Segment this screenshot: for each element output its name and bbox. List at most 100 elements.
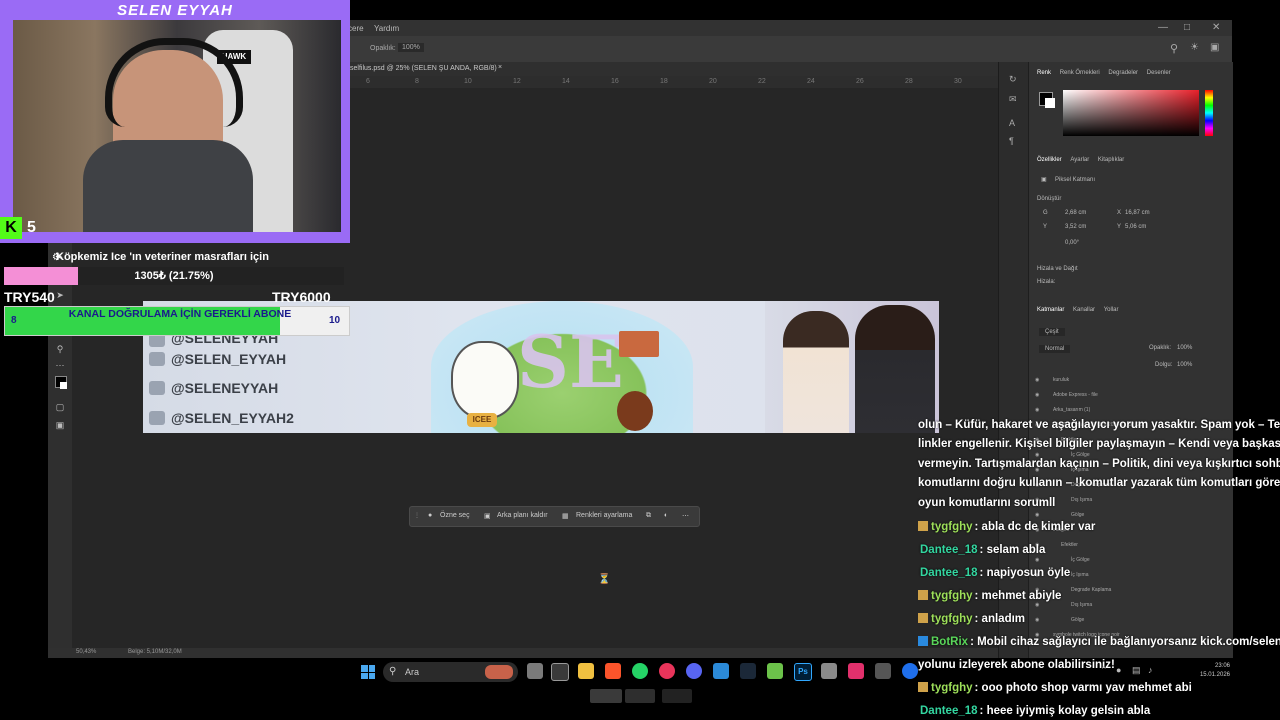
layer-row[interactable]: ◉ Adobe Express - file [1035, 391, 1225, 401]
chat-message: tygfghy: ooo photo shop varmı yav mehmet… [918, 682, 1192, 694]
chat-username[interactable]: Dantee_18 [920, 705, 978, 717]
chat-username[interactable]: tygfghy [931, 682, 973, 694]
task-view-icon[interactable] [527, 663, 543, 679]
x-field[interactable]: 16,87 cm [1125, 210, 1150, 216]
chat-username[interactable]: Dantee_18 [920, 567, 978, 579]
brave-browser-icon[interactable] [605, 663, 621, 679]
bg-color-chip[interactable] [1045, 98, 1055, 108]
layer-opacity-field[interactable]: 100% [1177, 345, 1192, 351]
settings-app-icon[interactable] [875, 663, 891, 679]
width-field[interactable]: 2,68 cm [1065, 210, 1086, 216]
menu-item-help[interactable]: Yardım [374, 24, 399, 33]
paragraph-icon[interactable]: ¶ [1009, 136, 1014, 146]
tray-chevron-icon[interactable]: ⌃ [1100, 665, 1108, 676]
thumbnail-preview-3[interactable] [662, 689, 692, 703]
minimize-icon[interactable]: — [1158, 22, 1168, 33]
color-picker-field[interactable] [1063, 90, 1199, 136]
chat-username[interactable]: tygfghy [931, 521, 973, 533]
visibility-eye-icon[interactable]: ◉ [1035, 407, 1039, 413]
document-tab[interactable]: selfilus.psd @ 25% (SELEN ŞU ANDA, RGB/8… [350, 65, 497, 72]
tab-paths[interactable]: Yollar [1104, 307, 1119, 313]
twitch-icon [149, 352, 165, 366]
more-tools-icon[interactable]: ⋯ [55, 360, 65, 370]
tab-color[interactable]: Renk [1037, 70, 1051, 76]
path-select-icon[interactable]: ➤ [55, 290, 65, 300]
tab-gradients[interactable]: Degradeler [1108, 70, 1138, 76]
media-app-icon[interactable] [659, 663, 675, 679]
tab-properties[interactable]: Özellikler [1037, 157, 1062, 163]
comments-icon[interactable]: ✉ [1009, 94, 1017, 105]
menu-item-window[interactable]: cere [348, 24, 364, 33]
whatsapp-icon[interactable] [632, 663, 648, 679]
chat-text: : anladım [974, 613, 1026, 625]
hue-slider[interactable] [1205, 90, 1213, 136]
taskbar-clock[interactable]: 23:06 15.01.2026 [1180, 662, 1230, 682]
microphone-icon[interactable]: ● [1116, 665, 1121, 675]
chat-username[interactable]: tygfghy [931, 613, 973, 625]
discord-icon[interactable] [686, 663, 702, 679]
ruler-tick-label: 28 [905, 78, 913, 85]
drag-handle-icon[interactable]: ⋮ [414, 512, 420, 519]
steam-icon[interactable] [740, 663, 756, 679]
tab-close-icon[interactable]: × [498, 64, 502, 71]
chat-text: : Mobil cihaz sağlayıcı ile bağlanıyorsa… [970, 636, 1280, 648]
zoom-tool-icon[interactable]: ⚲ [55, 344, 65, 354]
tab-patterns[interactable]: Desenler [1147, 70, 1171, 76]
visibility-eye-icon[interactable]: ◉ [1035, 392, 1039, 398]
thumbnail-preview-2[interactable] [625, 689, 655, 703]
layer-row[interactable]: ◉ kuruluk [1035, 376, 1225, 386]
chat-rules-line: olun – Küfür, hakaret ve aşağılayıcı yor… [918, 419, 1280, 431]
close-icon[interactable]: ✕ [1212, 22, 1220, 33]
chatgpt-icon[interactable] [551, 663, 569, 681]
opacity-field[interactable]: 100% [398, 43, 424, 52]
snipping-tool-icon[interactable] [821, 663, 837, 679]
zoom-readout[interactable]: 50,43% [76, 649, 96, 655]
workspace-icon[interactable]: ▣ [1210, 42, 1219, 53]
half-circle-icon[interactable]: ◐ [664, 512, 668, 519]
screen-mode-icon[interactable]: ▣ [55, 420, 65, 430]
more-options-icon[interactable]: ⋯ [682, 512, 689, 520]
quick-mask-icon[interactable]: ▢ [55, 402, 65, 412]
thumbnail-preview[interactable] [590, 689, 622, 703]
notes-app-icon[interactable] [767, 663, 783, 679]
y-field[interactable]: 5,06 cm [1125, 224, 1146, 230]
browser-app-icon[interactable] [902, 663, 918, 679]
photoshop-icon[interactable]: Ps [794, 663, 812, 681]
select-subject-button[interactable]: Özne seç [440, 512, 470, 519]
chat-message: BotRix: Mobil cihaz sağlayıcı ile bağlan… [918, 636, 1280, 648]
system-tray: ⌃ ● ▤ ♪ [1100, 665, 1170, 679]
calculator-icon[interactable] [713, 663, 729, 679]
character-icon[interactable]: A [1009, 118, 1015, 128]
volume-icon[interactable]: ♪ [1148, 665, 1153, 675]
file-explorer-icon[interactable] [578, 663, 594, 679]
transform-icon[interactable]: ⧉ [646, 512, 651, 520]
tab-adjustments[interactable]: Ayarlar [1070, 157, 1089, 163]
layer-row[interactable]: ◉ Arka_tasarım (1) [1035, 406, 1225, 416]
chat-username[interactable]: tygfghy [931, 590, 973, 602]
tab-libraries[interactable]: Kitaplıklar [1098, 157, 1124, 163]
ruler-tick-label: 22 [758, 78, 766, 85]
chat-username[interactable]: Dantee_18 [920, 544, 978, 556]
tab-layers[interactable]: Katmanlar [1037, 307, 1064, 313]
clock-time: 23:06 [1214, 663, 1230, 669]
visibility-eye-icon[interactable]: ◉ [1035, 377, 1039, 383]
ruler-tick-label: 18 [660, 78, 668, 85]
remove-background-button[interactable]: Arka planı kaldır [497, 512, 548, 519]
fill-field[interactable]: 100% [1177, 362, 1192, 368]
background-color-swatch[interactable] [60, 382, 67, 389]
layer-filter-select[interactable]: Çeşit [1039, 328, 1065, 336]
blend-mode-select[interactable]: Normal [1039, 345, 1071, 353]
tab-swatches[interactable]: Renk Örnekleri [1060, 70, 1100, 76]
height-field[interactable]: 3,52 cm [1065, 224, 1086, 230]
adjust-colors-button[interactable]: Renkleri ayarlama [576, 512, 632, 519]
instagram-app-icon[interactable] [848, 663, 864, 679]
search-icon[interactable]: ⚲ [1170, 42, 1178, 55]
lightbulb-icon[interactable]: ☀ [1190, 42, 1199, 53]
network-icon[interactable]: ▤ [1132, 665, 1141, 676]
history-icon[interactable]: ↻ [1009, 74, 1017, 85]
tab-channels[interactable]: Kanallar [1073, 307, 1095, 313]
angle-field[interactable]: 0,00° [1065, 240, 1079, 246]
maximize-icon[interactable]: □ [1184, 22, 1190, 33]
layer-opacity-label: Opaklık: [1149, 345, 1172, 351]
chat-username[interactable]: BotRix [931, 636, 968, 648]
